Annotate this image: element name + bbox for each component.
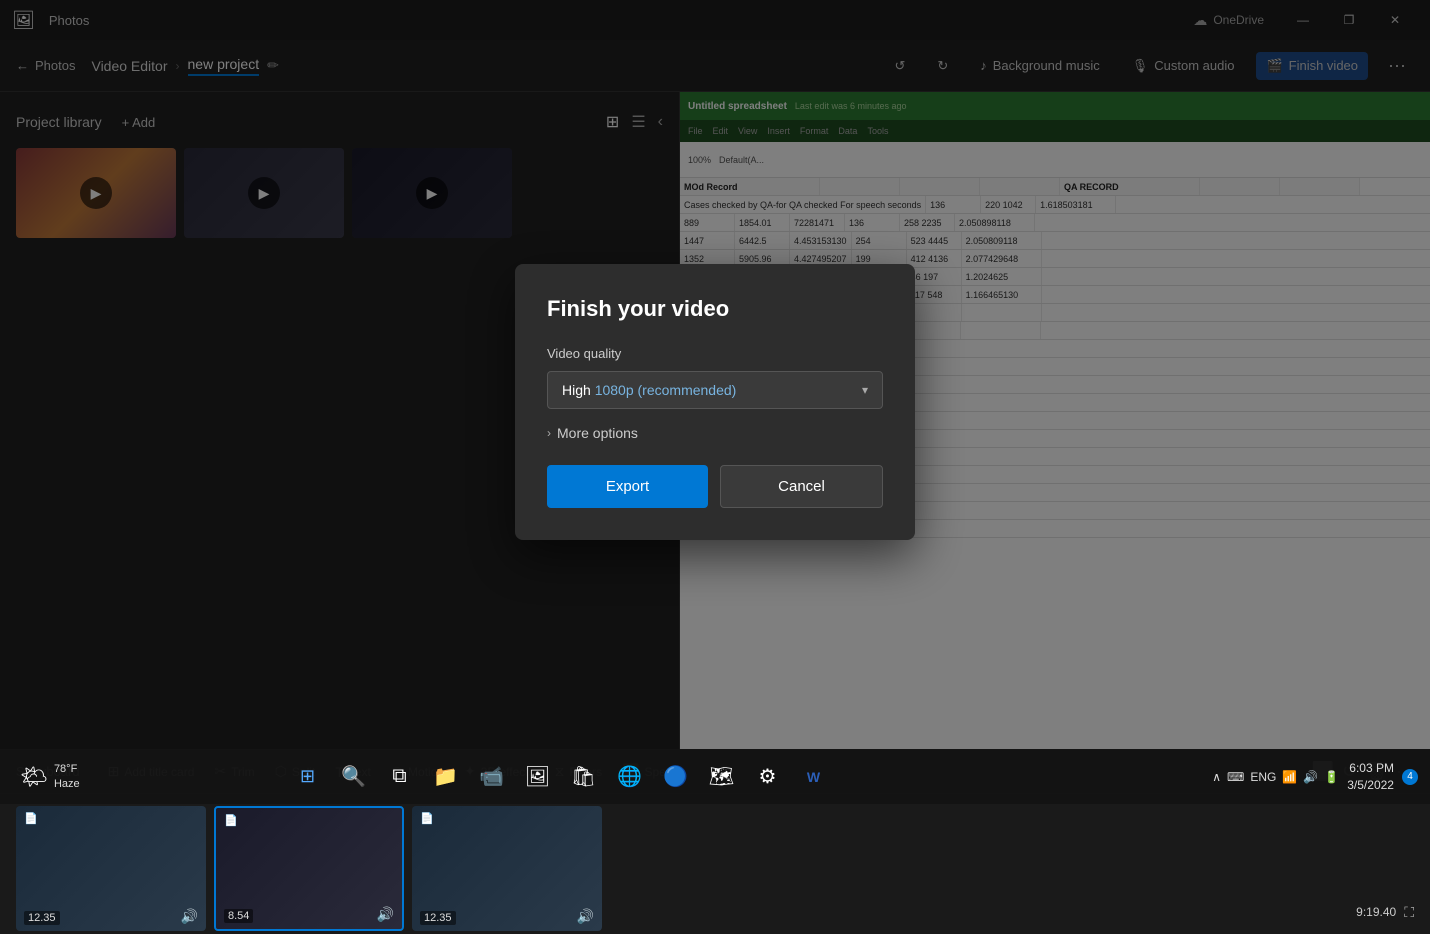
clip-page-icon: 📄	[224, 814, 238, 827]
search-button[interactable]: 🔍	[333, 756, 375, 798]
windows-logo-icon: ⊞	[300, 766, 315, 787]
chevron-right-icon: ›	[547, 426, 551, 440]
edge-button[interactable]: 🌐	[609, 756, 651, 798]
story-clip[interactable]: 📄 8.54 🔊	[214, 806, 404, 931]
expand-tray-button[interactable]: ∧	[1212, 770, 1221, 784]
audio-indicator-icon: 🔊	[377, 906, 394, 923]
chrome-icon: 🔵	[663, 764, 688, 789]
keyboard-icon[interactable]: ⌨	[1227, 770, 1244, 784]
more-options-toggle[interactable]: › More options	[547, 425, 883, 441]
taskbar: 🌤 78°F Haze ⊞ 🔍 ⧉ 📁 📹 🖼 🛍 🌐	[0, 749, 1430, 804]
task-view-icon: ⧉	[392, 765, 406, 788]
video-quality-select[interactable]: High 1080p (recommended) ▾	[547, 371, 883, 409]
folder-icon: 📁	[433, 764, 458, 789]
dialog-title: Finish your video	[547, 296, 883, 322]
finish-video-dialog: Finish your video Video quality High 108…	[515, 264, 915, 540]
notification-badge[interactable]: 4	[1402, 769, 1418, 785]
word-icon: W	[807, 769, 820, 785]
quality-label: Video quality	[547, 346, 883, 361]
clip-thumbnail: 📄 12.35 🔊	[16, 806, 206, 931]
system-tray: ∧ ⌨ ENG 📶 🔊 🔋	[1212, 770, 1339, 784]
temperature: 78°F	[54, 762, 80, 776]
clip-duration: 12.35	[420, 911, 456, 925]
maps-icon: 🗺	[709, 764, 734, 789]
settings-button[interactable]: ⚙	[747, 756, 789, 798]
photos-app-button[interactable]: 🖼	[517, 756, 559, 798]
clip-page-icon: 📄	[420, 812, 434, 825]
task-view-button[interactable]: ⧉	[379, 756, 421, 798]
clip-duration: 8.54	[224, 909, 253, 923]
condition: Haze	[54, 777, 80, 791]
audio-indicator-icon: 🔊	[181, 908, 198, 925]
volume-icon[interactable]: 🔊	[1303, 770, 1318, 784]
story-clip[interactable]: 📄 12.35 🔊	[16, 806, 206, 931]
weather-widget[interactable]: 🌤 78°F Haze	[12, 762, 88, 791]
store-icon: 🛍	[571, 764, 596, 789]
store-button[interactable]: 🛍	[563, 756, 605, 798]
storyboard-content: 📄 12.35 🔊 📄 8.54 🔊 📄 12.35 🔊	[0, 794, 1296, 934]
clip-duration: 12.35	[24, 911, 60, 925]
expand-timeline-button[interactable]: ⛶	[1404, 904, 1414, 921]
quality-value: High 1080p (recommended)	[562, 382, 736, 398]
clip-page-icon: 📄	[24, 812, 38, 825]
taskbar-right: ∧ ⌨ ENG 📶 🔊 🔋 6:03 PM 3/5/2022 4	[1212, 760, 1418, 794]
chrome-button[interactable]: 🔵	[655, 756, 697, 798]
start-button[interactable]: ⊞	[287, 756, 329, 798]
timeline-bar	[1296, 898, 1328, 926]
wifi-icon[interactable]: 📶	[1282, 770, 1297, 784]
dropdown-arrow-icon: ▾	[862, 383, 868, 397]
clock-time: 6:03 PM	[1347, 760, 1394, 777]
teams-button[interactable]: 📹	[471, 756, 513, 798]
timeline-time: 9:19.40	[1336, 905, 1396, 919]
story-clip[interactable]: 📄 12.35 🔊	[412, 806, 602, 931]
photos-taskbar-icon: 🖼	[525, 764, 550, 789]
weather-icon: 🌤	[20, 764, 48, 790]
word-button[interactable]: W	[793, 756, 835, 798]
maps-button[interactable]: 🗺	[701, 756, 743, 798]
audio-indicator-icon: 🔊	[577, 908, 594, 925]
taskbar-center: ⊞ 🔍 ⧉ 📁 📹 🖼 🛍 🌐 🔵 🗺 ⚙	[287, 756, 835, 798]
clip-thumbnail: 📄 12.35 🔊	[412, 806, 602, 931]
file-explorer-button[interactable]: 📁	[425, 756, 467, 798]
teams-icon: 📹	[479, 764, 504, 789]
edge-icon: 🌐	[617, 764, 642, 789]
dialog-buttons: Export Cancel	[547, 465, 883, 508]
search-icon: 🔍	[341, 764, 366, 789]
taskbar-left: 🌤 78°F Haze	[12, 762, 96, 791]
battery-icon[interactable]: 🔋	[1324, 770, 1339, 784]
more-options-label: More options	[557, 425, 638, 441]
clip-thumbnail: 📄 8.54 🔊	[216, 808, 402, 929]
clock[interactable]: 6:03 PM 3/5/2022	[1347, 760, 1394, 794]
modal-overlay: Finish your video Video quality High 108…	[0, 0, 1430, 804]
language-indicator: ENG	[1250, 770, 1276, 784]
cancel-button[interactable]: Cancel	[720, 465, 883, 508]
settings-icon: ⚙	[759, 764, 777, 789]
clock-date: 3/5/2022	[1347, 777, 1394, 794]
export-button[interactable]: Export	[547, 465, 708, 508]
weather-text: 78°F Haze	[54, 762, 80, 791]
